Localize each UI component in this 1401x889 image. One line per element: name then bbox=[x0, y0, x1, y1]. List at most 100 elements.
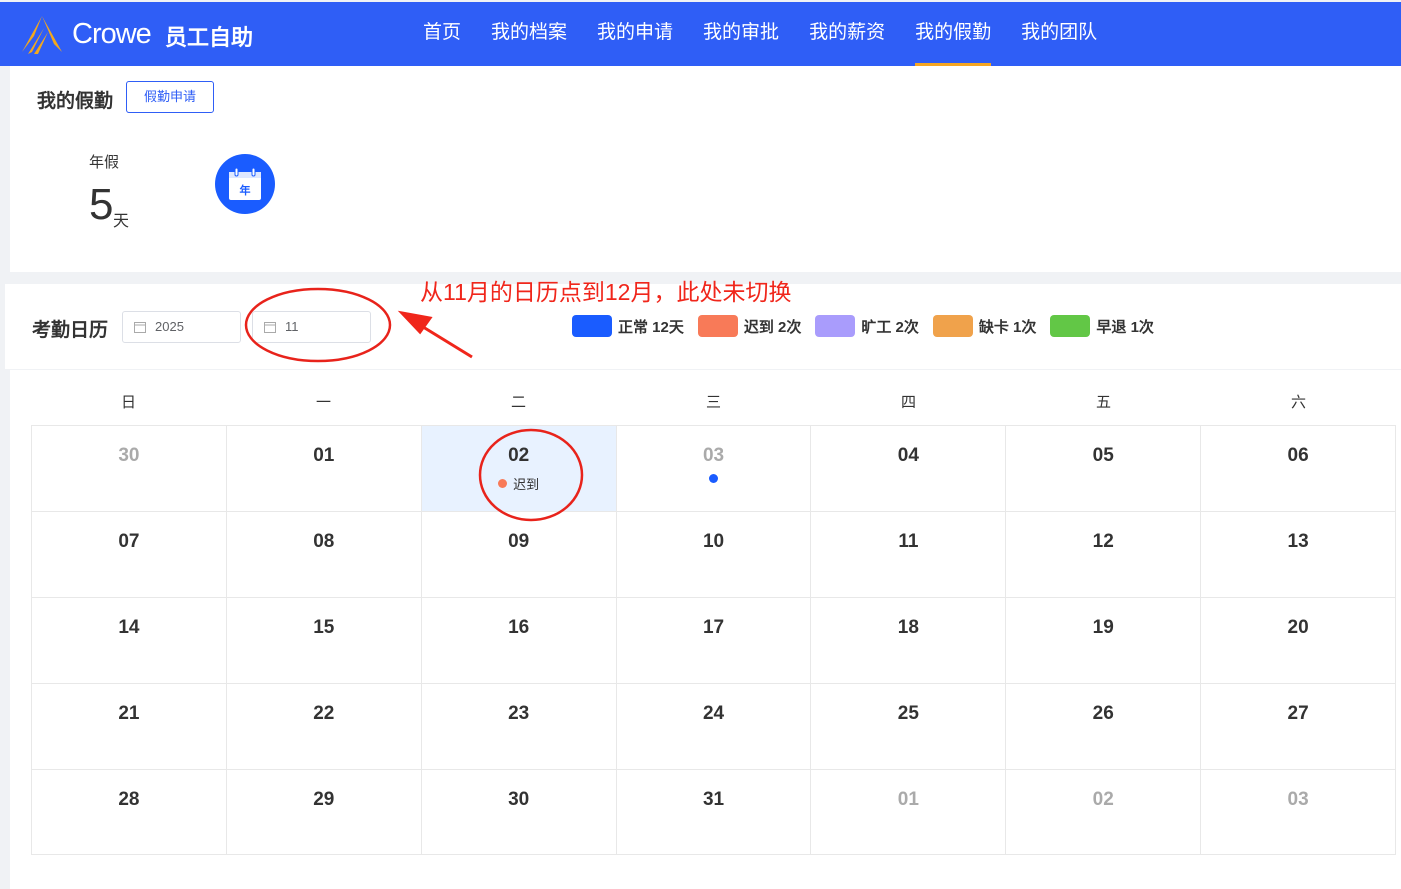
attendance-mark: 迟到 bbox=[422, 474, 616, 493]
calendar-day-cell[interactable]: 15 bbox=[225, 598, 421, 683]
annotation-text: 从11月的日历点到12月，此处未切换 bbox=[420, 279, 792, 305]
calendar-day-cell[interactable]: 31 bbox=[615, 770, 811, 854]
calendar-day-cell[interactable]: 20 bbox=[1200, 598, 1397, 683]
calendar-day-cell[interactable]: 24 bbox=[615, 684, 811, 769]
year-picker[interactable]: 2025 bbox=[122, 311, 241, 343]
calendar-day-cell[interactable]: 29 bbox=[225, 770, 421, 854]
calendar-day-cell[interactable]: 04 bbox=[810, 426, 1005, 511]
calendar-day-cell[interactable]: 02 bbox=[1005, 770, 1200, 854]
day-number: 01 bbox=[897, 789, 919, 810]
nav-item[interactable]: 首页 bbox=[408, 2, 476, 66]
legend-swatch bbox=[697, 315, 738, 337]
weekday-label: 日 bbox=[120, 394, 136, 411]
legend-swatch bbox=[932, 315, 973, 337]
day-number: 02 bbox=[508, 445, 530, 466]
calendar-icon bbox=[134, 322, 146, 333]
day-number: 21 bbox=[118, 703, 140, 724]
calendar-week-row: 07 08 09 10 11 12 13 bbox=[31, 511, 1397, 597]
annual-leave-unit: 天 bbox=[113, 213, 130, 230]
day-number: 26 bbox=[1092, 703, 1114, 724]
calendar-day-cell[interactable]: 01 bbox=[225, 426, 421, 511]
day-number: 20 bbox=[1287, 617, 1309, 638]
calendar-day-cell[interactable]: 17 bbox=[615, 598, 811, 683]
calendar-day-cell[interactable]: 09 bbox=[420, 512, 616, 597]
calendar-day-cell[interactable]: 22 bbox=[225, 684, 421, 769]
calendar-day-cell[interactable]: 13 bbox=[1200, 512, 1397, 597]
day-number: 11 bbox=[898, 531, 919, 552]
day-number: 24 bbox=[702, 703, 725, 724]
day-number: 22 bbox=[313, 703, 335, 724]
nav-item[interactable]: 我的审批 bbox=[688, 2, 794, 66]
nav-item[interactable]: 我的申请 bbox=[582, 2, 688, 66]
weekday-label: 五 bbox=[1095, 394, 1111, 411]
weekday-label: 四 bbox=[900, 394, 916, 411]
calendar-day-cell[interactable]: 10 bbox=[615, 512, 811, 597]
calendar-day-cell[interactable]: 12 bbox=[1005, 512, 1200, 597]
calendar-week-row: 21 22 23 24 25 26 27 bbox=[31, 683, 1397, 769]
calendar-day-cell[interactable]: 03 bbox=[615, 426, 811, 511]
legend-label: 正常 12天 bbox=[618, 318, 684, 336]
calendar-week-row: 30 01 02 迟到 03 04 05 06 bbox=[31, 425, 1397, 511]
nav-item[interactable]: 我的薪资 bbox=[794, 2, 900, 66]
status-text: 迟到 bbox=[513, 477, 540, 492]
calendar-day-cell[interactable]: 21 bbox=[31, 684, 226, 769]
calendar-day-cell[interactable]: 23 bbox=[420, 684, 616, 769]
calendar-day-cell[interactable]: 28 bbox=[31, 770, 226, 854]
calendar-day-cell[interactable]: 01 bbox=[810, 770, 1005, 854]
day-number: 07 bbox=[118, 531, 140, 552]
calendar-day-cell[interactable]: 11 bbox=[810, 512, 1005, 597]
nav-item[interactable]: 我的档案 bbox=[476, 2, 582, 66]
annual-leave-label: 年假 bbox=[89, 154, 120, 171]
legend-label: 早退 1次 bbox=[1096, 318, 1154, 336]
calendar-day-cell[interactable]: 19 bbox=[1005, 598, 1200, 683]
day-number: 06 bbox=[1287, 445, 1309, 466]
nav-item[interactable]: 我的团队 bbox=[1006, 2, 1112, 66]
leave-title: 我的假勤 bbox=[37, 91, 114, 112]
calendar-day-cell[interactable]: 14 bbox=[31, 598, 226, 683]
calendar-week-row: 14 15 16 17 18 19 20 bbox=[31, 597, 1397, 683]
legend-label: 迟到 2次 bbox=[743, 318, 802, 336]
day-number: 30 bbox=[118, 445, 140, 466]
day-number: 05 bbox=[1092, 445, 1114, 466]
day-number: 04 bbox=[897, 445, 919, 466]
calendar-day-cell[interactable]: 16 bbox=[420, 598, 616, 683]
legend-swatch bbox=[572, 315, 612, 337]
day-number: 12 bbox=[1092, 531, 1114, 552]
calendar-day-cell[interactable]: 26 bbox=[1005, 684, 1200, 769]
calendar-day-cell[interactable]: 27 bbox=[1200, 684, 1397, 769]
brand-subtitle: 员工自助 bbox=[165, 25, 254, 50]
calendar-day-cell[interactable]: 18 bbox=[810, 598, 1005, 683]
calendar-week-row: 28 29 30 31 01 02 03 bbox=[31, 769, 1397, 855]
legend-item: 迟到 2次 bbox=[697, 315, 802, 337]
legend-item: 旷工 2次 bbox=[815, 315, 919, 337]
attendance-calendar: 日 一 二 三 四 五 六 30 01 02 迟到 03 04 05 06 07 08 09 10 11 12 13 14… bbox=[31, 380, 1397, 855]
calendar-day-cell[interactable]: 06 bbox=[1200, 426, 1397, 511]
main-menu: 首页 我的档案 我的申请 我的审批 我的薪资 我的假勤 我的团队 bbox=[408, 2, 1112, 66]
month-picker[interactable]: 11 bbox=[252, 311, 371, 343]
day-number: 19 bbox=[1092, 617, 1114, 638]
day-number: 27 bbox=[1287, 703, 1309, 724]
attendance-legend: 正常 12天 迟到 2次 旷工 2次 缺卡 1次 早退 1次 bbox=[572, 315, 1154, 337]
calendar-day-cell[interactable]: 05 bbox=[1005, 426, 1200, 511]
weekday-label: 六 bbox=[1290, 394, 1306, 411]
nav-item[interactable]: 我的假勤 bbox=[900, 2, 1006, 66]
day-number: 13 bbox=[1287, 531, 1309, 552]
calendar-day-cell[interactable]: 02 迟到 bbox=[420, 426, 616, 511]
calendar-day-cell[interactable]: 25 bbox=[810, 684, 1005, 769]
day-number: 09 bbox=[508, 531, 530, 552]
calendar-day-cell[interactable]: 03 bbox=[1200, 770, 1397, 854]
calendar-day-cell[interactable]: 08 bbox=[225, 512, 421, 597]
year-value: 2025 bbox=[155, 319, 184, 334]
weekday-label: 三 bbox=[705, 394, 721, 411]
legend-item: 早退 1次 bbox=[1050, 315, 1154, 337]
weekday-label: 一 bbox=[315, 394, 331, 411]
calendar-day-cell[interactable]: 30 bbox=[31, 426, 226, 511]
weekday-label: 二 bbox=[510, 394, 526, 411]
day-number: 23 bbox=[508, 703, 530, 724]
leave-apply-button[interactable]: 假勤申请 bbox=[126, 81, 214, 113]
top-nav: Crowe 员工自助 首页 我的档案 我的申请 我的审批 我的薪资 我的假勤 我的团队 bbox=[0, 2, 1401, 66]
calendar-day-cell[interactable]: 07 bbox=[31, 512, 226, 597]
legend-swatch bbox=[815, 315, 856, 337]
day-number: 16 bbox=[508, 617, 530, 638]
calendar-day-cell[interactable]: 30 bbox=[420, 770, 616, 854]
